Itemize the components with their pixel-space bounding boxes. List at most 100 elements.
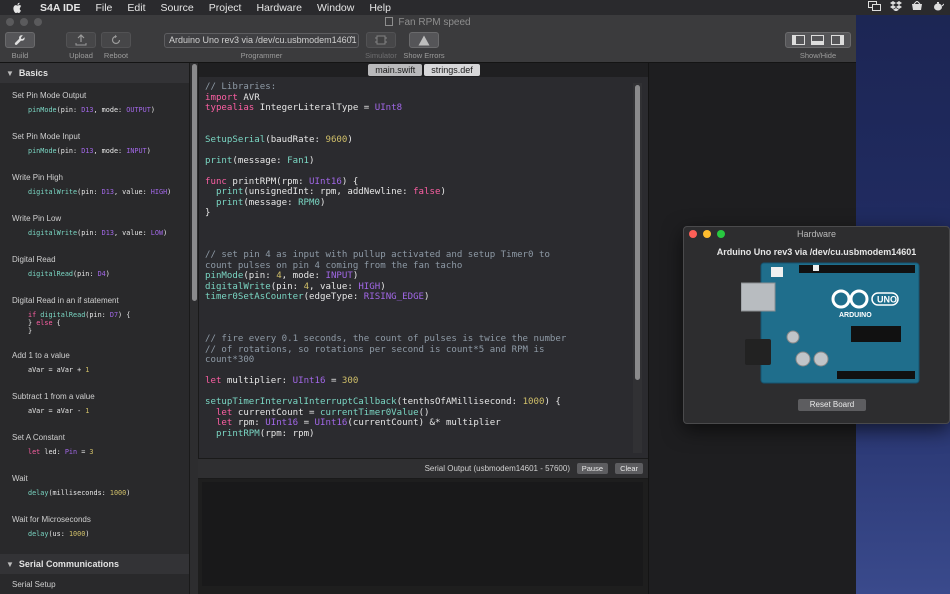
chevron-updown-icon: ⌃ [348, 35, 355, 44]
programmer-label: Programmer [240, 51, 283, 60]
snippet-title: Set A Constant [12, 433, 65, 442]
menu-edit[interactable]: Edit [127, 2, 145, 14]
snippet-set-pin-mode-input[interactable]: Set Pin Mode Input pinMode(pin: D13, mod… [0, 124, 189, 165]
simulator-label: Simulator [365, 51, 397, 60]
editor-tab-bar: main.swift strings.def [199, 63, 649, 77]
warning-icon [418, 35, 430, 45]
menu-window[interactable]: Window [317, 2, 354, 14]
menu-project[interactable]: Project [209, 2, 242, 14]
pause-button[interactable]: Pause [576, 463, 608, 474]
section-serial-label: Serial Communications [18, 559, 119, 569]
snippet-title: Digital Read [12, 255, 56, 264]
simulator-button[interactable] [366, 32, 396, 48]
hardware-title-bar: Hardware [684, 227, 949, 242]
tab-strings-def[interactable]: strings.def [424, 64, 480, 76]
snippet-code: aVar = aVar - 1 [28, 407, 90, 415]
document-icon [385, 17, 394, 26]
reset-board-button[interactable]: Reset Board [798, 399, 866, 411]
programmer-select-value: Arduino Uno rev3 via /dev/cu.usbmodem146… [169, 35, 357, 45]
wrench-icon [14, 35, 25, 45]
snippet-serial-setup[interactable]: Serial Setup [0, 574, 189, 594]
programmer-select[interactable]: Arduino Uno rev3 via /dev/cu.usbmodem146… [164, 33, 359, 48]
section-basics-header[interactable]: ▼ Basics [0, 63, 189, 83]
snippet-subtract-one[interactable]: Subtract 1 from a value aVar = aVar - 1 [0, 384, 189, 425]
snippet-add-one[interactable]: Add 1 to a value aVar = aVar + 1 [0, 343, 189, 384]
show-errors-label: Show Errors [403, 51, 445, 60]
snippet-code: digitalWrite(pin: D13, value: HIGH) [28, 188, 172, 196]
disclosure-down-icon: ▼ [6, 68, 14, 78]
serial-output-label: Serial Output (usbmodem14601 - 57600) [424, 464, 570, 473]
snippet-title: Set Pin Mode Input [12, 132, 81, 141]
menu-file[interactable]: File [95, 2, 112, 14]
serial-output-console[interactable] [202, 482, 643, 586]
section-serial-header[interactable]: ▼ Serial Communications [0, 554, 189, 574]
disclosure-down-icon: ▼ [6, 559, 14, 569]
window-toolbar: Fan RPM speed Build Upload Reboot Arduin… [0, 15, 856, 63]
apple-icon[interactable] [13, 2, 26, 13]
chip-icon [375, 35, 387, 45]
serial-output-header: Serial Output (usbmodem14601 - 57600) Pa… [198, 458, 648, 479]
show-hide-label: Show/Hide [799, 51, 837, 60]
menu-bar: S4A IDE File Edit Source Project Hardwar… [0, 0, 950, 15]
build-label: Build [11, 51, 29, 60]
build-button[interactable] [5, 32, 35, 48]
menu-hardware[interactable]: Hardware [256, 2, 302, 14]
snippet-set-constant[interactable]: Set A Constant let led: Pin = 3 [0, 425, 189, 466]
editor-scroll-thumb[interactable] [635, 85, 640, 380]
snippet-title: Digital Read in an if statement [12, 296, 119, 305]
bottom-pane-toggle-icon[interactable] [811, 35, 825, 45]
code-editor: main.swift strings.def // Libraries: imp… [198, 63, 649, 458]
section-basics-label: Basics [18, 68, 48, 78]
snippet-title: Set Pin Mode Output [12, 91, 87, 100]
hardware-board-name: Arduino Uno rev3 via /dev/cu.usbmodem146… [716, 247, 917, 257]
hardware-window: Hardware Arduino Uno rev3 via /dev/cu.us… [683, 226, 950, 424]
sidebar-scroll-thumb[interactable] [192, 64, 197, 301]
snippet-title: Wait [12, 474, 28, 483]
editor-scrollbar[interactable] [633, 83, 642, 453]
menu-source[interactable]: Source [160, 2, 193, 14]
close-window-button[interactable] [689, 230, 697, 238]
snippet-digital-read-if[interactable]: Digital Read in an if statement if digit… [0, 288, 189, 343]
snippet-set-pin-mode-output[interactable]: Set Pin Mode Output pinMode(pin: D13, mo… [0, 83, 189, 124]
snippet-code: digitalRead(pin: D4) [28, 270, 110, 278]
dropbox-icon[interactable] [890, 1, 902, 11]
teapot-icon[interactable] [932, 1, 944, 11]
snippet-code: pinMode(pin: D13, mode: INPUT) [28, 147, 151, 155]
snippet-wait[interactable]: Wait delay(milliseconds: 1000) [0, 466, 189, 507]
snippet-code: delay(milliseconds: 1000) [28, 489, 131, 497]
right-pane-toggle-icon[interactable] [830, 35, 844, 45]
sidebar-scrollbar[interactable] [189, 63, 198, 594]
display-mirror-icon[interactable] [868, 1, 881, 11]
snippet-title: Wait for Microseconds [12, 515, 91, 524]
upload-button[interactable] [66, 32, 96, 48]
snippet-write-pin-low[interactable]: Write Pin Low digitalWrite(pin: D13, val… [0, 206, 189, 247]
snippet-code: if digitalRead(pin: D7) { } else { } [28, 311, 131, 335]
left-pane-toggle-icon[interactable] [792, 35, 806, 45]
upload-icon [75, 34, 87, 46]
snippet-title: Serial Setup [12, 580, 56, 589]
zoom-window-button[interactable] [717, 230, 725, 238]
snippet-code: let led: Pin = 3 [28, 448, 94, 456]
board-logo-text: ARDUINO [839, 312, 872, 319]
snippet-write-pin-high[interactable]: Write Pin High digitalWrite(pin: D13, va… [0, 165, 189, 206]
snippet-title: Add 1 to a value [12, 351, 70, 360]
show-errors-button[interactable] [409, 32, 439, 48]
snippet-digital-read[interactable]: Digital Read digitalRead(pin: D4) [0, 247, 189, 288]
app-status-icon[interactable] [911, 1, 923, 11]
snippet-code: digitalWrite(pin: D13, value: LOW) [28, 229, 168, 237]
upload-label: Upload [69, 51, 93, 60]
hardware-title: Hardware [796, 229, 836, 239]
snippet-title: Write Pin High [12, 173, 63, 182]
clear-button[interactable]: Clear [615, 463, 643, 474]
snippet-wait-microseconds[interactable]: Wait for Microseconds delay(us: 1000) [0, 507, 189, 554]
menu-help[interactable]: Help [369, 2, 391, 14]
code-text[interactable]: // Libraries: import AVR typealias Integ… [205, 82, 635, 439]
arduino-board-image: ARDUINO UNO [741, 262, 920, 384]
snippet-title: Subtract 1 from a value [12, 392, 95, 401]
menu-app-name[interactable]: S4A IDE [40, 2, 80, 14]
snippet-code: aVar = aVar + 1 [28, 366, 90, 374]
snippet-title: Write Pin Low [12, 214, 62, 223]
tab-main-swift[interactable]: main.swift [368, 64, 423, 76]
reboot-button[interactable] [101, 32, 131, 48]
minimize-window-button[interactable] [703, 230, 711, 238]
